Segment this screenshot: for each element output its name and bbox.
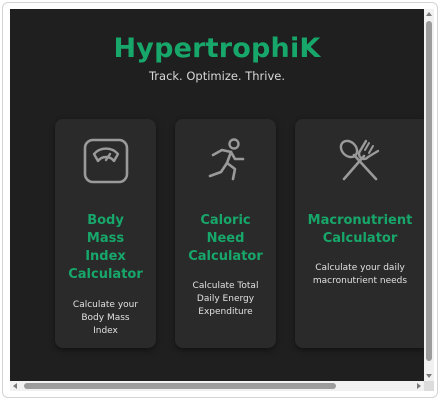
scale-icon (83, 138, 128, 184)
title-line: Caloric (200, 213, 251, 228)
vertical-scroll-thumb[interactable] (426, 21, 432, 361)
desc-line: Expenditure (198, 307, 253, 317)
desc-line: Calculate your daily (315, 263, 405, 273)
macronutrient-calculator-card[interactable]: Macronutrient Calculator Calculate your … (295, 119, 424, 348)
horizontal-scroll-thumb[interactable] (24, 383, 336, 389)
vertical-scrollbar[interactable] (424, 9, 434, 381)
scroll-down-arrow-icon[interactable] (426, 374, 432, 378)
scroll-right-arrow-icon[interactable] (417, 383, 421, 389)
scroll-up-arrow-icon[interactable] (426, 12, 432, 16)
horizontal-scrollbar[interactable] (10, 381, 424, 391)
title-line: Body (87, 213, 124, 228)
macro-card-description: Calculate your daily macronutrient needs (301, 262, 419, 288)
desc-line: Index (93, 326, 118, 336)
desc-line: Body Mass (81, 313, 130, 323)
desc-line: Calculate your (72, 300, 139, 310)
scrollbar-corner (424, 381, 434, 391)
caloric-card-description: Calculate Total Daily Energy Expenditure (181, 280, 270, 319)
title-line: Macronutrient (307, 213, 413, 228)
title-line: Index (85, 249, 126, 264)
title-line: Calculator (322, 231, 398, 246)
page-viewport: HypertrophiK Track. Optimize. Thrive. Bo… (10, 9, 424, 381)
title-line: Mass (86, 231, 125, 246)
title-line: Calculator (188, 249, 263, 264)
desc-line: macronutrient needs (312, 276, 408, 286)
tagline: Track. Optimize. Thrive. (148, 69, 286, 83)
title-line: Calculator (68, 267, 143, 282)
running-person-icon (208, 138, 244, 181)
scroll-left-arrow-icon[interactable] (13, 383, 17, 389)
caloric-need-calculator-card[interactable]: Caloric Need Calculator Calculate Total … (175, 119, 276, 348)
bmi-card-description: Calculate your Body Mass Index (61, 299, 150, 338)
title-line: Need (206, 231, 245, 246)
desc-line: Daily Energy (196, 294, 255, 304)
macro-card-title: Macronutrient Calculator (301, 212, 419, 248)
brand-title: HypertrophiK (113, 33, 321, 64)
bmi-calculator-card[interactable]: Body Mass Index Calculator Calculate you… (55, 119, 156, 348)
caloric-card-title: Caloric Need Calculator (181, 212, 270, 266)
desc-line: Calculate Total (192, 281, 259, 291)
fork-spoon-icon (339, 139, 380, 181)
bmi-card-title: Body Mass Index Calculator (61, 212, 150, 284)
